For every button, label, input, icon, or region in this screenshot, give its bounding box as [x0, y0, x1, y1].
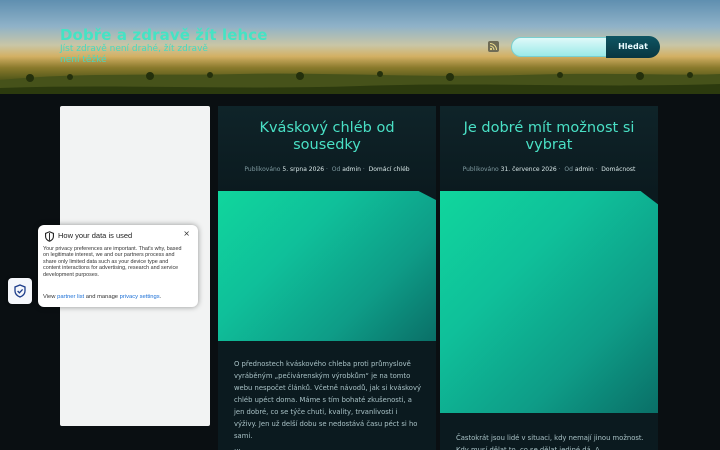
post-thumbnail[interactable]: [440, 191, 658, 413]
post-category[interactable]: Domácí chléb: [369, 166, 410, 173]
post-author[interactable]: admin: [342, 166, 361, 173]
post-title[interactable]: Kváskový chléb od sousedky: [218, 120, 436, 154]
partner-list-link[interactable]: partner list: [57, 294, 84, 300]
author-label: Od: [564, 166, 573, 173]
post-card: Kváskový chléb od sousedky Publikováno 5…: [218, 106, 436, 450]
search-button[interactable]: Hledat: [606, 36, 660, 58]
post-meta: Publikováno 31. července 2026 · Od admin…: [462, 166, 636, 173]
post-excerpt: O přednostech kváskového chleba proti pr…: [234, 358, 422, 450]
post-excerpt: Častokrát jsou lidé v situaci, kdy nemaj…: [456, 434, 644, 450]
post-header: Je dobré mít možnost si vybrat Publiková…: [440, 106, 658, 191]
author-label: Od: [331, 166, 341, 173]
links-suffix: .: [159, 294, 162, 300]
links-middle: and manage: [85, 294, 119, 300]
read-more[interactable]: …: [234, 444, 241, 450]
published-label: Publikováno: [244, 166, 281, 173]
site-header: Dobře a zdravě žít lehce Jíst zdravě nen…: [0, 0, 720, 94]
post-header: Kváskový chléb od sousedky Publikováno 5…: [218, 106, 436, 191]
popup-body: Your privacy preferences are important. …: [43, 246, 182, 278]
rss-icon[interactable]: [488, 41, 499, 52]
site-tagline: Jíst zdravě není drahé, žít zdravě není …: [60, 44, 208, 65]
search-input[interactable]: [511, 37, 611, 57]
popup-title: How your data is used: [58, 231, 133, 240]
post-excerpt-text: O přednostech kváskového chleba proti pr…: [234, 360, 422, 440]
post-date[interactable]: 5. srpna 2026: [282, 166, 324, 173]
post-thumbnail[interactable]: [218, 191, 436, 341]
popup-links: View partner list and manage privacy set…: [43, 294, 161, 300]
site-title[interactable]: Dobře a zdravě žít lehce: [60, 26, 268, 44]
post-title[interactable]: Je dobré mít možnost si vybrat: [440, 120, 658, 154]
post-category[interactable]: Domácnost: [601, 166, 635, 173]
published-label: Publikováno: [462, 166, 499, 173]
post-card: Je dobré mít možnost si vybrat Publiková…: [440, 106, 658, 450]
shield-check-icon: [14, 284, 26, 298]
post-date[interactable]: 31. července 2026: [501, 166, 557, 173]
privacy-notice-popup: How your data is used × Your privacy pre…: [38, 225, 198, 307]
shield-icon: [45, 231, 54, 242]
privacy-settings-button[interactable]: [8, 278, 32, 304]
post-meta: Publikováno 5. srpna 2026 · Od admin · D…: [244, 166, 410, 173]
post-author[interactable]: admin: [575, 166, 594, 173]
privacy-settings-link[interactable]: privacy settings: [120, 294, 160, 300]
close-icon[interactable]: ×: [183, 229, 190, 238]
links-prefix: View: [43, 294, 56, 300]
